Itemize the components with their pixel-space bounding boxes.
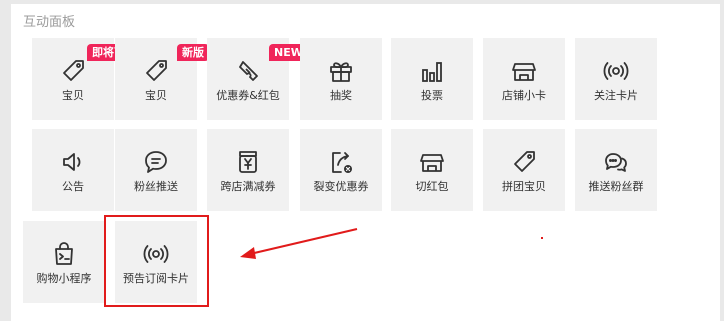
annotation-arrow: [240, 228, 358, 259]
annotation-dot: [541, 237, 543, 239]
